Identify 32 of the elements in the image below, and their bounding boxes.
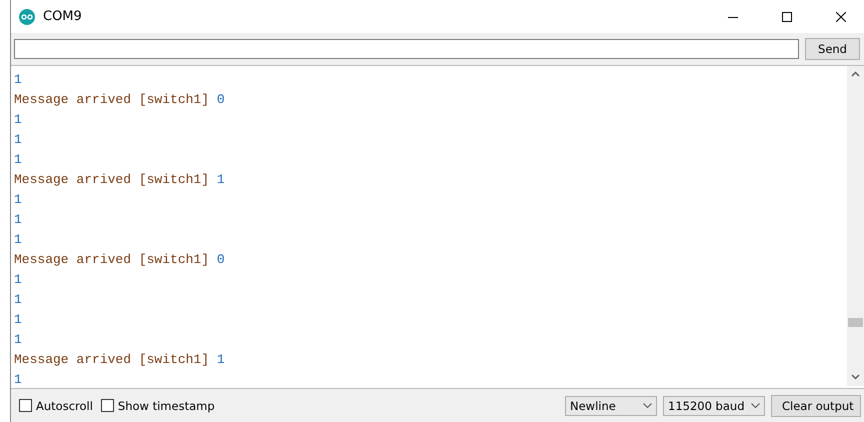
baud-rate-dropdown[interactable]: 115200 baud xyxy=(663,396,765,416)
output-line: 1 xyxy=(14,371,23,388)
output-line: Message arrived [switch1] 1 xyxy=(14,351,226,369)
output-line: 1 xyxy=(14,311,23,329)
output-line: 1 xyxy=(14,231,23,249)
app-logo-icon xyxy=(19,8,35,24)
output-line: 1 xyxy=(14,111,23,129)
output-line: 1 xyxy=(14,131,23,149)
maximize-icon xyxy=(782,12,792,22)
output-line: Message arrived [switch1] 1 xyxy=(14,171,226,189)
output-line: 1 xyxy=(14,331,23,349)
input-field[interactable] xyxy=(14,39,799,59)
window-title: COM9 xyxy=(43,9,83,24)
caret-icon xyxy=(751,403,760,408)
scrollbar[interactable] xyxy=(847,66,864,386)
clear-output-button[interactable]: Clear output xyxy=(771,394,861,416)
line-ending-dropdown[interactable]: Newline xyxy=(565,396,657,416)
checkbox[interactable] xyxy=(100,399,114,412)
send-button[interactable]: Send xyxy=(805,38,860,60)
output-line: 1 xyxy=(14,271,23,289)
output-line: 1 xyxy=(14,291,23,309)
checkbox[interactable] xyxy=(19,399,32,412)
output-line: 1 xyxy=(14,71,23,89)
output-line: 1 xyxy=(14,191,23,209)
output-line: Message arrived [switch1] 0 xyxy=(14,91,226,109)
caret-icon xyxy=(643,403,652,408)
output-line: 1 xyxy=(14,211,23,229)
option-checkbox[interactable]: Autoscroll xyxy=(19,398,93,412)
output-line: 1 xyxy=(14,151,23,169)
output-line: Message arrived [switch1] 0 xyxy=(14,251,226,269)
close-icon xyxy=(836,12,846,22)
checkbox-label: Autoscroll xyxy=(36,398,93,412)
